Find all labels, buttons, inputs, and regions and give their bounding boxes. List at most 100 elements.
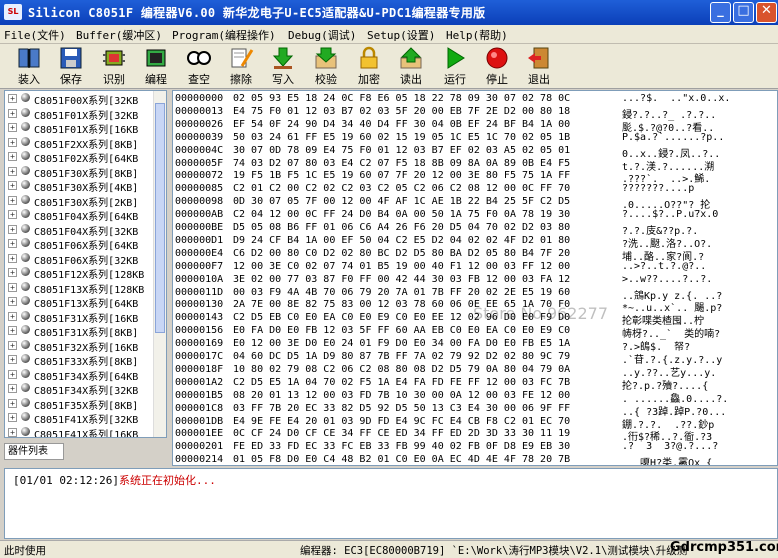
- expand-icon[interactable]: +: [8, 369, 17, 379]
- expand-icon[interactable]: +: [8, 413, 17, 422]
- tree-item[interactable]: + C8051F01X系列[16KB: [5, 120, 166, 136]
- verify-button[interactable]: 校验: [307, 45, 345, 87]
- expand-icon[interactable]: +: [8, 210, 17, 219]
- erase-button[interactable]: 擦除: [222, 45, 260, 87]
- tree-scrollbar[interactable]: [153, 91, 166, 437]
- expand-icon[interactable]: +: [8, 137, 17, 147]
- menu-help[interactable]: Help(帮助): [446, 27, 508, 43]
- identify-button[interactable]: 识别: [95, 45, 133, 87]
- tree-item[interactable]: + C8051F30X系列[4KB]: [5, 178, 166, 194]
- expand-icon[interactable]: +: [8, 384, 17, 393]
- tree-item[interactable]: + C8051F01X系列[32KB: [5, 106, 166, 122]
- menu-setup[interactable]: Setup(设置): [367, 27, 435, 43]
- menu-program[interactable]: Program(编程操作): [172, 27, 276, 43]
- hex-bytes[interactable]: 04 60 DC D5 1A D9 80 87 7B FF 7A 02 79 9…: [233, 351, 570, 362]
- expand-icon[interactable]: +: [8, 239, 17, 248]
- hex-bytes[interactable]: E4 75 F0 01 12 03 B7 02 03 5F 20 00 EB 7…: [233, 106, 570, 117]
- hex-bytes[interactable]: 0C CF 24 D0 CF CE 34 FF CE ED 34 FF ED 2…: [233, 428, 570, 439]
- program-button[interactable]: 编程: [137, 45, 175, 87]
- tree-item[interactable]: + C8051F41X系列[32KB: [5, 410, 166, 426]
- tree-item[interactable]: + C8051F04X系列[64KB: [5, 207, 166, 223]
- expand-icon[interactable]: +: [8, 123, 17, 132]
- expand-icon[interactable]: +: [8, 268, 17, 277]
- hex-bytes[interactable]: E4 9E FE E4 20 01 03 9D FD E4 9C FC E4 C…: [233, 416, 570, 427]
- hex-bytes[interactable]: 19 F5 1B F5 1C E5 19 60 07 7F 20 12 00 3…: [233, 170, 570, 181]
- maximize-button[interactable]: □: [733, 2, 754, 23]
- tree-item[interactable]: + C8051F34X系列[32KB: [5, 381, 166, 397]
- close-button[interactable]: ✕: [756, 2, 777, 23]
- stop-button[interactable]: 停止: [478, 45, 516, 87]
- expand-icon[interactable]: +: [8, 326, 17, 335]
- tree-item[interactable]: + C8051F35X系列[8KB]: [5, 396, 166, 412]
- hex-bytes[interactable]: C2 D5 E5 1A 04 70 02 F5 1A E4 FA FD FE F…: [233, 377, 570, 388]
- tree-item[interactable]: + C8051F31X系列[8KB]: [5, 323, 166, 339]
- tree-item[interactable]: + C8051F34X系列[64KB: [5, 367, 166, 383]
- tree-item[interactable]: + C8051F2XX系列[8KB]: [5, 135, 166, 151]
- hex-bytes[interactable]: 00 03 F9 4A 4B 70 06 79 20 7A 01 7B FF 2…: [233, 287, 570, 298]
- load-button[interactable]: 装入: [10, 45, 48, 87]
- hex-bytes[interactable]: 08 20 01 13 12 00 03 FD 7B 10 30 00 0A 1…: [233, 390, 570, 401]
- expand-icon[interactable]: +: [8, 311, 17, 321]
- hex-bytes[interactable]: EF 54 0F 24 90 D4 34 40 D4 FF 30 04 0B E…: [233, 119, 570, 130]
- expand-icon[interactable]: +: [8, 355, 17, 364]
- tree-item[interactable]: + C8051F31X系列[16KB: [5, 309, 166, 325]
- hex-bytes[interactable]: FE ED 33 FD EC 33 FC EB 33 FB 99 40 02 F…: [233, 441, 570, 452]
- write-button[interactable]: 写入: [264, 45, 302, 87]
- hex-bytes[interactable]: 12 00 3E C0 02 07 74 01 B5 19 00 40 F1 1…: [233, 261, 570, 272]
- tree-item[interactable]: + C8051F06X系列[64KB: [5, 236, 166, 252]
- hex-bytes[interactable]: 74 03 D2 07 80 03 E4 C2 07 F5 18 8B 09 8…: [233, 158, 570, 169]
- tree-item[interactable]: + C8051F32X系列[16KB: [5, 338, 166, 354]
- hex-bytes[interactable]: 01 05 F8 D0 E0 C4 48 B2 01 C0 E0 0A EC 4…: [233, 454, 570, 465]
- tab-device-list[interactable]: 器件列表: [4, 443, 64, 460]
- hex-bytes[interactable]: C2 04 12 00 0C FF 24 D0 B4 0A 00 50 1A 7…: [233, 209, 570, 220]
- save-button[interactable]: 保存: [52, 45, 90, 87]
- encrypt-button[interactable]: 加密: [350, 45, 388, 87]
- run-button[interactable]: 运行: [436, 45, 474, 87]
- hex-buffer[interactable]: 00000000 02 05 93 E5 18 24 0C F8 E6 05 18…: [172, 90, 778, 466]
- exit-button[interactable]: 退出: [520, 45, 558, 87]
- tree-scroll-thumb[interactable]: [155, 103, 165, 333]
- tree-item[interactable]: + C8051F02X系列[64KB: [5, 149, 166, 165]
- expand-icon[interactable]: +: [8, 253, 17, 263]
- tree-item[interactable]: + C8051F04X系列[32KB: [5, 222, 166, 238]
- expand-icon[interactable]: +: [8, 195, 17, 205]
- hex-bytes[interactable]: 10 80 02 79 08 C2 06 C2 08 80 08 D2 D5 7…: [233, 364, 570, 375]
- expand-icon[interactable]: +: [8, 181, 17, 190]
- hex-bytes[interactable]: E0 12 00 3E D0 E0 24 01 F9 D0 E0 34 00 F…: [233, 338, 570, 349]
- hex-bytes[interactable]: 03 FF 7B 20 EC 33 82 D5 92 D5 50 13 C3 E…: [233, 403, 570, 414]
- tree-item[interactable]: + C8051F30X系列[2KB]: [5, 193, 166, 209]
- hex-bytes[interactable]: 02 05 93 E5 18 24 0C F8 E6 05 18 22 78 0…: [233, 93, 570, 104]
- hex-bytes[interactable]: 0D 30 07 05 7F 00 12 00 4F AF 1C AE 1B 2…: [233, 196, 570, 207]
- expand-icon[interactable]: +: [8, 108, 17, 118]
- hex-bytes[interactable]: 30 07 0D 78 09 E4 75 F0 01 12 03 B7 EF 0…: [233, 145, 570, 156]
- hex-bytes[interactable]: 50 03 24 61 FF E5 19 60 02 15 19 05 1C E…: [233, 132, 570, 143]
- hex-bytes[interactable]: D9 24 CF B4 1A 00 EF 50 04 C2 E5 D2 04 0…: [233, 235, 570, 246]
- minimize-button[interactable]: _: [710, 2, 731, 23]
- hex-bytes[interactable]: C6 D2 00 80 C0 D2 02 80 BC D2 D5 80 BA D…: [233, 248, 570, 259]
- tree-item[interactable]: + C8051F13X系列[64KB: [5, 294, 166, 310]
- expand-icon[interactable]: +: [8, 398, 17, 408]
- expand-icon[interactable]: +: [8, 94, 17, 103]
- expand-icon[interactable]: +: [8, 282, 17, 292]
- menu-file[interactable]: File(文件): [4, 27, 66, 43]
- expand-icon[interactable]: +: [8, 166, 17, 176]
- tree-item[interactable]: + C8051F30X系列[8KB]: [5, 164, 166, 180]
- tree-item[interactable]: + C8051F00X系列[32KB: [5, 91, 166, 107]
- hex-bytes[interactable]: D5 05 08 B6 FF 01 06 C6 A4 26 F6 20 D5 0…: [233, 222, 570, 233]
- read-button[interactable]: 读出: [392, 45, 430, 87]
- hex-bytes[interactable]: C2 01 C2 00 C2 02 C2 03 C2 05 C2 06 C2 0…: [233, 183, 570, 194]
- tree-item[interactable]: + C8051F41X系列[16KB: [5, 425, 166, 437]
- tree-item[interactable]: + C8051F06X系列[32KB: [5, 251, 166, 267]
- expand-icon[interactable]: +: [8, 427, 17, 437]
- menu-buffer[interactable]: Buffer(缓冲区): [76, 27, 162, 43]
- hex-bytes[interactable]: 3E 02 00 77 03 87 F0 FF 00 42 44 30 03 F…: [233, 274, 570, 285]
- expand-icon[interactable]: +: [8, 297, 17, 306]
- hex-bytes[interactable]: E0 FA D0 E0 FB 12 03 5F FF 60 AA EB C0 E…: [233, 325, 570, 336]
- tree-item[interactable]: + C8051F12X系列[128KB: [5, 265, 166, 281]
- expand-icon[interactable]: +: [8, 152, 17, 161]
- tree-item[interactable]: + C8051F13X系列[128KB: [5, 280, 166, 296]
- menu-debug[interactable]: Debug(调试): [288, 27, 356, 43]
- expand-icon[interactable]: +: [8, 224, 17, 234]
- tree-item[interactable]: + C8051F33X系列[8KB]: [5, 352, 166, 368]
- expand-icon[interactable]: +: [8, 340, 17, 350]
